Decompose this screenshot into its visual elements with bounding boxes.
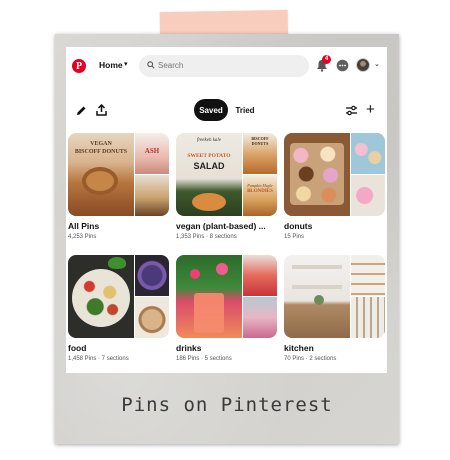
search-input[interactable]: Search <box>139 55 309 77</box>
board-vegan[interactable]: freekeh kale SWEET POTATO SALAD BISCOFF … <box>176 133 277 240</box>
board-thumbnail <box>284 255 385 338</box>
board-title: food <box>68 343 87 353</box>
thumb-text: Pumpkin Maple <box>247 183 273 188</box>
board-thumbnail: VEGAN BISCOFF DONUTS ASH <box>68 133 169 216</box>
thumb-text: SWEET POTATO <box>187 153 231 159</box>
board-thumbnail <box>68 255 169 338</box>
board-meta: 1,458 Pins · 7 sections <box>68 356 129 362</box>
board-meta: 1,353 Pins · 8 sections <box>176 234 237 240</box>
board-meta: 186 Pins · 5 sections <box>176 356 232 362</box>
board-meta: 4,253 Pins <box>68 234 97 240</box>
share-icon[interactable] <box>96 104 107 116</box>
chevron-down-icon[interactable]: ⌄ <box>374 60 380 68</box>
board-thumbnail <box>176 255 277 338</box>
board-title: All Pins <box>68 221 100 231</box>
board-meta: 15 Pins <box>284 234 305 240</box>
board-meta: 70 Pins · 2 sections <box>284 356 337 362</box>
filter-icon[interactable] <box>346 105 357 116</box>
board-kitchen[interactable]: kitchen 70 Pins · 2 sections <box>284 255 385 362</box>
avatar[interactable] <box>356 58 370 72</box>
tab-tried[interactable]: Tried <box>234 99 256 121</box>
pencil-icon[interactable] <box>76 105 87 116</box>
thumb-text: BLONDIES <box>247 189 273 194</box>
thumb-text: VEGAN <box>90 141 112 147</box>
board-title: donuts <box>284 221 313 231</box>
board-food[interactable]: food 1,458 Pins · 7 sections <box>68 255 169 362</box>
notification-badge: 4 <box>322 55 331 64</box>
board-all-pins[interactable]: VEGAN BISCOFF DONUTS ASH All Pins 4,253 … <box>68 133 169 240</box>
chevron-down-icon[interactable]: ▾ <box>124 60 128 68</box>
thumb-text: ASH <box>144 147 160 155</box>
top-nav: P Home ▾ Search 4 ⌄ <box>66 47 387 87</box>
board-title: kitchen <box>284 343 314 353</box>
photo-caption: Pins on Pinterest <box>121 394 333 416</box>
tab-saved[interactable]: Saved <box>194 99 228 121</box>
board-thumbnail <box>284 133 385 216</box>
thumb-text: SALAD <box>193 161 225 171</box>
board-donuts[interactable]: donuts 15 Pins <box>284 133 385 240</box>
plus-icon[interactable]: + <box>366 102 375 117</box>
pinterest-logo-icon[interactable]: P <box>72 59 86 73</box>
search-icon <box>147 61 155 69</box>
pinterest-screen: P Home ▾ Search 4 ⌄ Saved Tried + VEGAN … <box>66 47 387 373</box>
board-title: vegan (plant-based) ... <box>176 221 266 231</box>
search-placeholder: Search <box>158 61 184 70</box>
board-title: drinks <box>176 343 202 353</box>
home-button[interactable]: Home <box>99 60 123 70</box>
thumb-text: freekeh kale <box>196 138 222 143</box>
chat-icon[interactable] <box>336 59 349 72</box>
board-drinks[interactable]: drinks 186 Pins · 5 sections <box>176 255 277 362</box>
board-thumbnail: freekeh kale SWEET POTATO SALAD BISCOFF … <box>176 133 277 216</box>
thumb-text: BISCOFF DONUTS <box>74 149 128 155</box>
thumb-text: BISCOFF DONUTS <box>251 136 269 146</box>
